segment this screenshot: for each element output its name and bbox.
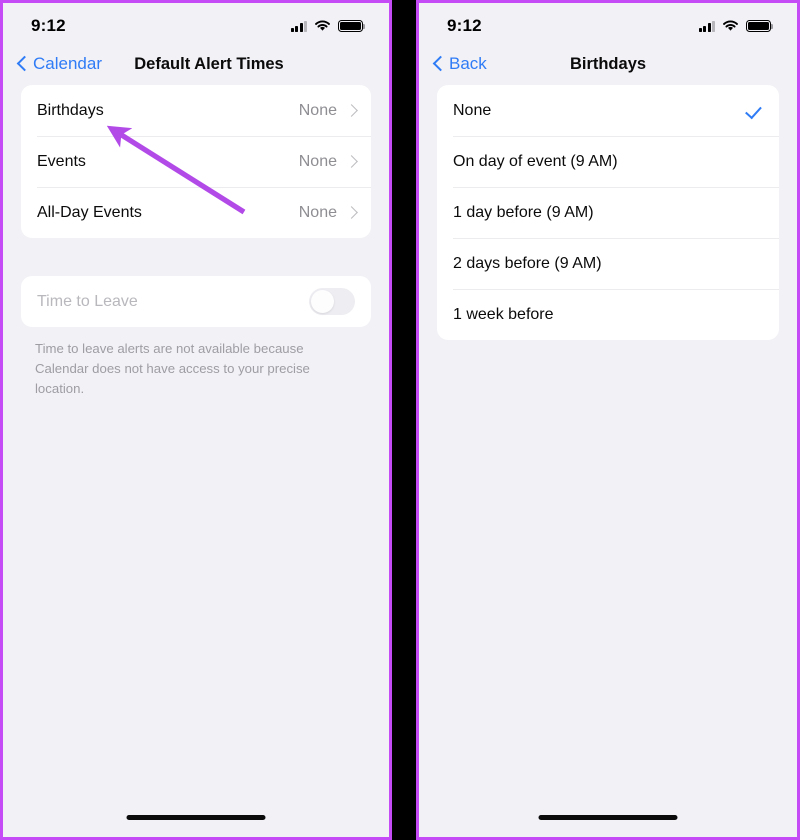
option-on-day-of-event[interactable]: On day of event (9 AM) xyxy=(437,136,779,187)
status-time: 9:12 xyxy=(447,16,482,35)
time-to-leave-card: Time to Leave xyxy=(21,276,371,327)
chevron-right-icon xyxy=(347,206,355,219)
option-2-days-before[interactable]: 2 days before (9 AM) xyxy=(437,238,779,289)
status-icon-group xyxy=(698,19,774,33)
option-1-day-before[interactable]: 1 day before (9 AM) xyxy=(437,187,779,238)
back-button-label: Back xyxy=(449,54,487,73)
right-content: None On day of event (9 AM) 1 day before… xyxy=(419,85,797,340)
row-label: Events xyxy=(37,152,86,170)
option-1-week-before[interactable]: 1 week before xyxy=(437,289,779,340)
screenshot-stage: 9:12 Calendar Default Alert Times Birthd… xyxy=(0,0,800,840)
default-alert-times-card: Birthdays None Events None All-Day Event… xyxy=(21,85,371,238)
row-value: None xyxy=(298,152,337,170)
row-value: None xyxy=(298,203,337,221)
option-label: None xyxy=(453,101,492,119)
row-label: Time to Leave xyxy=(37,292,138,310)
row-time-to-leave[interactable]: Time to Leave xyxy=(21,276,371,327)
battery-full-icon xyxy=(746,19,774,33)
card-spacer xyxy=(21,238,371,276)
row-birthdays[interactable]: Birthdays None xyxy=(21,85,371,136)
wifi-icon xyxy=(723,20,738,31)
row-events[interactable]: Events None xyxy=(21,136,371,187)
option-label: 2 days before (9 AM) xyxy=(453,254,602,272)
status-icon-group xyxy=(290,19,366,33)
checkmark-icon xyxy=(744,102,761,119)
chevron-right-icon xyxy=(347,155,355,168)
back-button-label: Calendar xyxy=(33,54,102,73)
row-value: None xyxy=(298,101,337,119)
signal-bars-icon xyxy=(290,20,307,32)
row-all-day-events[interactable]: All-Day Events None xyxy=(21,187,371,238)
status-time: 9:12 xyxy=(31,16,66,35)
back-button-calendar[interactable]: Calendar xyxy=(17,54,102,74)
right-phone-screen: 9:12 Back Birthdays None On day of event… xyxy=(416,0,800,840)
left-phone-screen: 9:12 Calendar Default Alert Times Birthd… xyxy=(0,0,392,840)
wifi-icon xyxy=(315,20,330,31)
home-indicator xyxy=(126,815,266,820)
signal-bars-icon xyxy=(698,20,715,32)
home-indicator xyxy=(538,815,678,820)
option-label: 1 day before (9 AM) xyxy=(453,203,594,221)
battery-full-icon xyxy=(338,19,366,33)
toggle-knob xyxy=(310,289,335,314)
back-button[interactable]: Back xyxy=(433,54,487,74)
nav-bar-left: Calendar Default Alert Times xyxy=(3,43,389,85)
option-none[interactable]: None xyxy=(437,85,779,136)
row-label: Birthdays xyxy=(37,101,104,119)
row-label: All-Day Events xyxy=(37,203,142,221)
option-label: On day of event (9 AM) xyxy=(453,152,618,170)
nav-bar-right: Back Birthdays xyxy=(419,43,797,85)
time-to-leave-footnote: Time to leave alerts are not available b… xyxy=(35,341,310,396)
chevron-left-icon xyxy=(17,55,28,73)
birthday-alert-options-card: None On day of event (9 AM) 1 day before… xyxy=(437,85,779,340)
left-content: Birthdays None Events None All-Day Event… xyxy=(3,85,389,399)
chevron-left-icon xyxy=(433,55,444,73)
status-bar-right: 9:12 xyxy=(419,3,797,43)
time-to-leave-toggle[interactable] xyxy=(309,288,355,315)
panel-gap xyxy=(392,0,416,840)
chevron-right-icon xyxy=(347,104,355,117)
option-label: 1 week before xyxy=(453,305,554,323)
status-bar-left: 9:12 xyxy=(3,3,389,43)
